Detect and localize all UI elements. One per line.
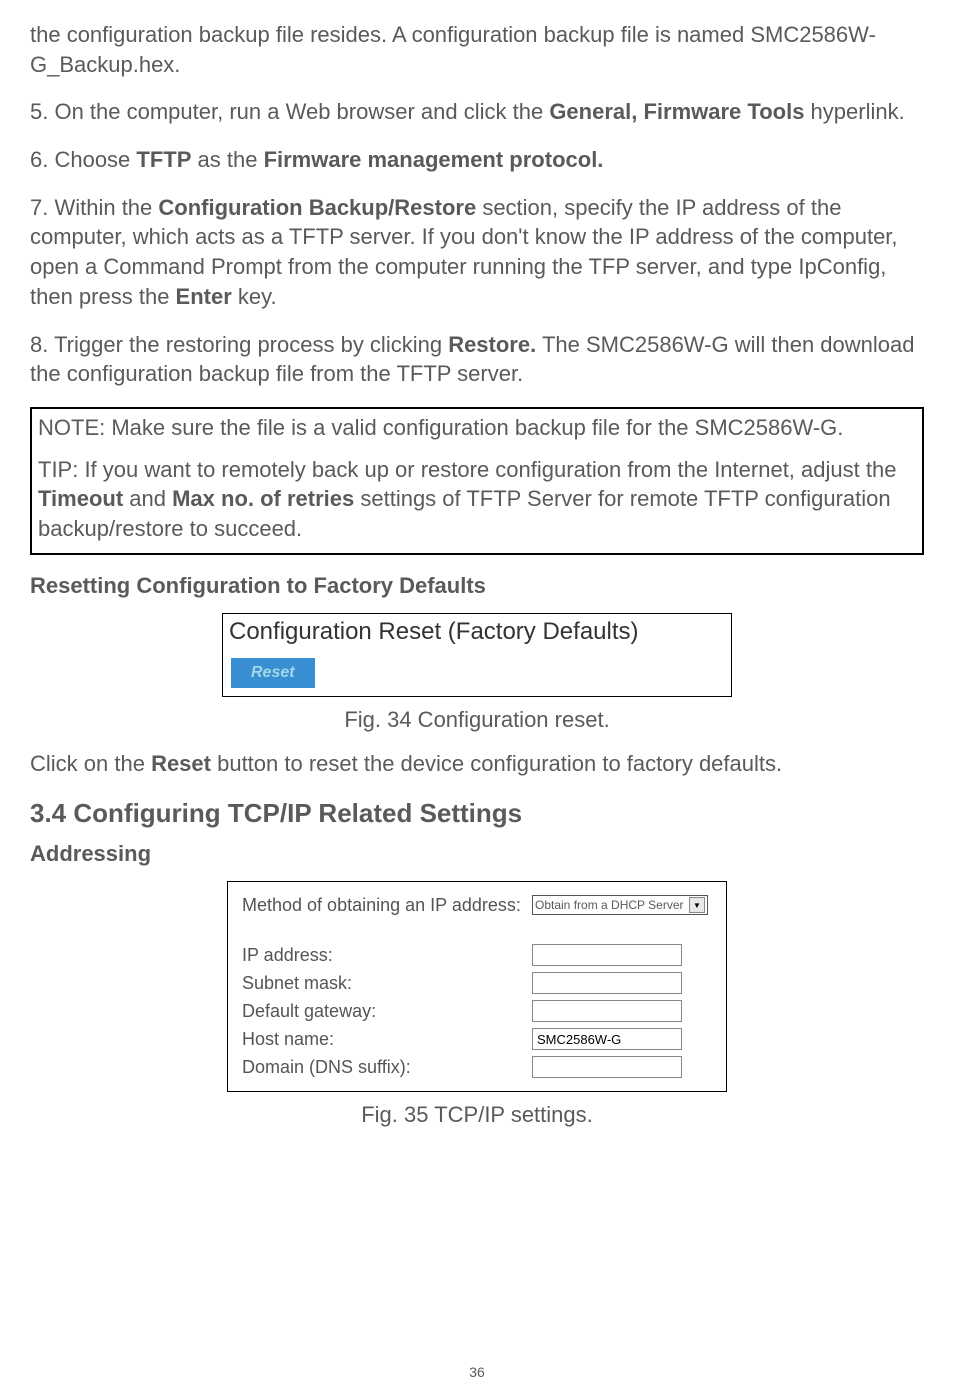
- form-row: IP address:: [242, 941, 714, 969]
- text: Click on the: [30, 751, 151, 776]
- text-bold: Enter: [176, 284, 232, 309]
- text: 5. On the computer, run a Web browser an…: [30, 99, 549, 124]
- form-row: Domain (DNS suffix):: [242, 1053, 714, 1081]
- figure-34: Configuration Reset (Factory Defaults) R…: [30, 613, 924, 697]
- text-bold: Configuration Backup/Restore: [158, 195, 476, 220]
- subnet-mask-input[interactable]: [532, 972, 682, 994]
- label: IP address:: [242, 945, 532, 966]
- paragraph: 8. Trigger the restoring process by clic…: [30, 330, 924, 389]
- form-row: Host name:: [242, 1025, 714, 1053]
- text: 7. Within the: [30, 195, 158, 220]
- select-value: Obtain from a DHCP Server: [535, 898, 684, 912]
- ip-method-select[interactable]: Obtain from a DHCP Server ▼: [532, 895, 708, 915]
- reset-button[interactable]: Reset: [231, 658, 315, 688]
- text-bold: Firmware management protocol.: [264, 147, 604, 172]
- text-bold: TFTP: [136, 147, 191, 172]
- text: key.: [232, 284, 277, 309]
- label: Domain (DNS suffix):: [242, 1057, 532, 1078]
- paragraph: 7. Within the Configuration Backup/Resto…: [30, 193, 924, 312]
- config-reset-panel: Configuration Reset (Factory Defaults) R…: [222, 613, 732, 697]
- chevron-down-icon: ▼: [689, 897, 705, 913]
- tcpip-settings-panel: Method of obtaining an IP address: Obtai…: [227, 881, 727, 1092]
- figure-caption: Fig. 34 Configuration reset.: [30, 707, 924, 733]
- panel-title: Configuration Reset (Factory Defaults): [223, 614, 731, 654]
- note-box: NOTE: Make sure the file is a valid conf…: [30, 407, 924, 555]
- domain-suffix-input[interactable]: [532, 1056, 682, 1078]
- text: 8. Trigger the restoring process by clic…: [30, 332, 448, 357]
- text: hyperlink.: [804, 99, 904, 124]
- figure-35: Method of obtaining an IP address: Obtai…: [30, 881, 924, 1092]
- ip-address-input[interactable]: [532, 944, 682, 966]
- text-bold: Max no. of retries: [172, 486, 354, 511]
- paragraph: Click on the Reset button to reset the d…: [30, 749, 924, 779]
- text-bold: Timeout: [38, 486, 123, 511]
- paragraph: 5. On the computer, run a Web browser an…: [30, 97, 924, 127]
- subheading: Resetting Configuration to Factory Defau…: [30, 573, 924, 599]
- text: button to reset the device configuration…: [211, 751, 782, 776]
- text: as the: [191, 147, 263, 172]
- paragraph: the configuration backup file resides. A…: [30, 20, 924, 79]
- page-number: 36: [0, 1364, 954, 1380]
- subheading: Addressing: [30, 841, 924, 867]
- form-row: Method of obtaining an IP address: Obtai…: [242, 892, 714, 919]
- text: and: [123, 486, 172, 511]
- paragraph: 6. Choose TFTP as the Firmware managemen…: [30, 145, 924, 175]
- text-bold: General, Firmware Tools: [549, 99, 804, 124]
- note-text: NOTE: Make sure the file is a valid conf…: [38, 413, 916, 443]
- text-bold: Reset: [151, 751, 211, 776]
- tip-text: TIP: If you want to remotely back up or …: [38, 455, 916, 544]
- label: Default gateway:: [242, 1001, 532, 1022]
- label: Method of obtaining an IP address:: [242, 895, 532, 916]
- text-bold: Restore.: [448, 332, 536, 357]
- section-heading: 3.4 Configuring TCP/IP Related Settings: [30, 798, 924, 829]
- text: 6. Choose: [30, 147, 136, 172]
- host-name-input[interactable]: [532, 1028, 682, 1050]
- figure-caption: Fig. 35 TCP/IP settings.: [30, 1102, 924, 1128]
- form-row: Subnet mask:: [242, 969, 714, 997]
- label: Host name:: [242, 1029, 532, 1050]
- text: TIP: If you want to remotely back up or …: [38, 457, 896, 482]
- label: Subnet mask:: [242, 973, 532, 994]
- form-row: Default gateway:: [242, 997, 714, 1025]
- default-gateway-input[interactable]: [532, 1000, 682, 1022]
